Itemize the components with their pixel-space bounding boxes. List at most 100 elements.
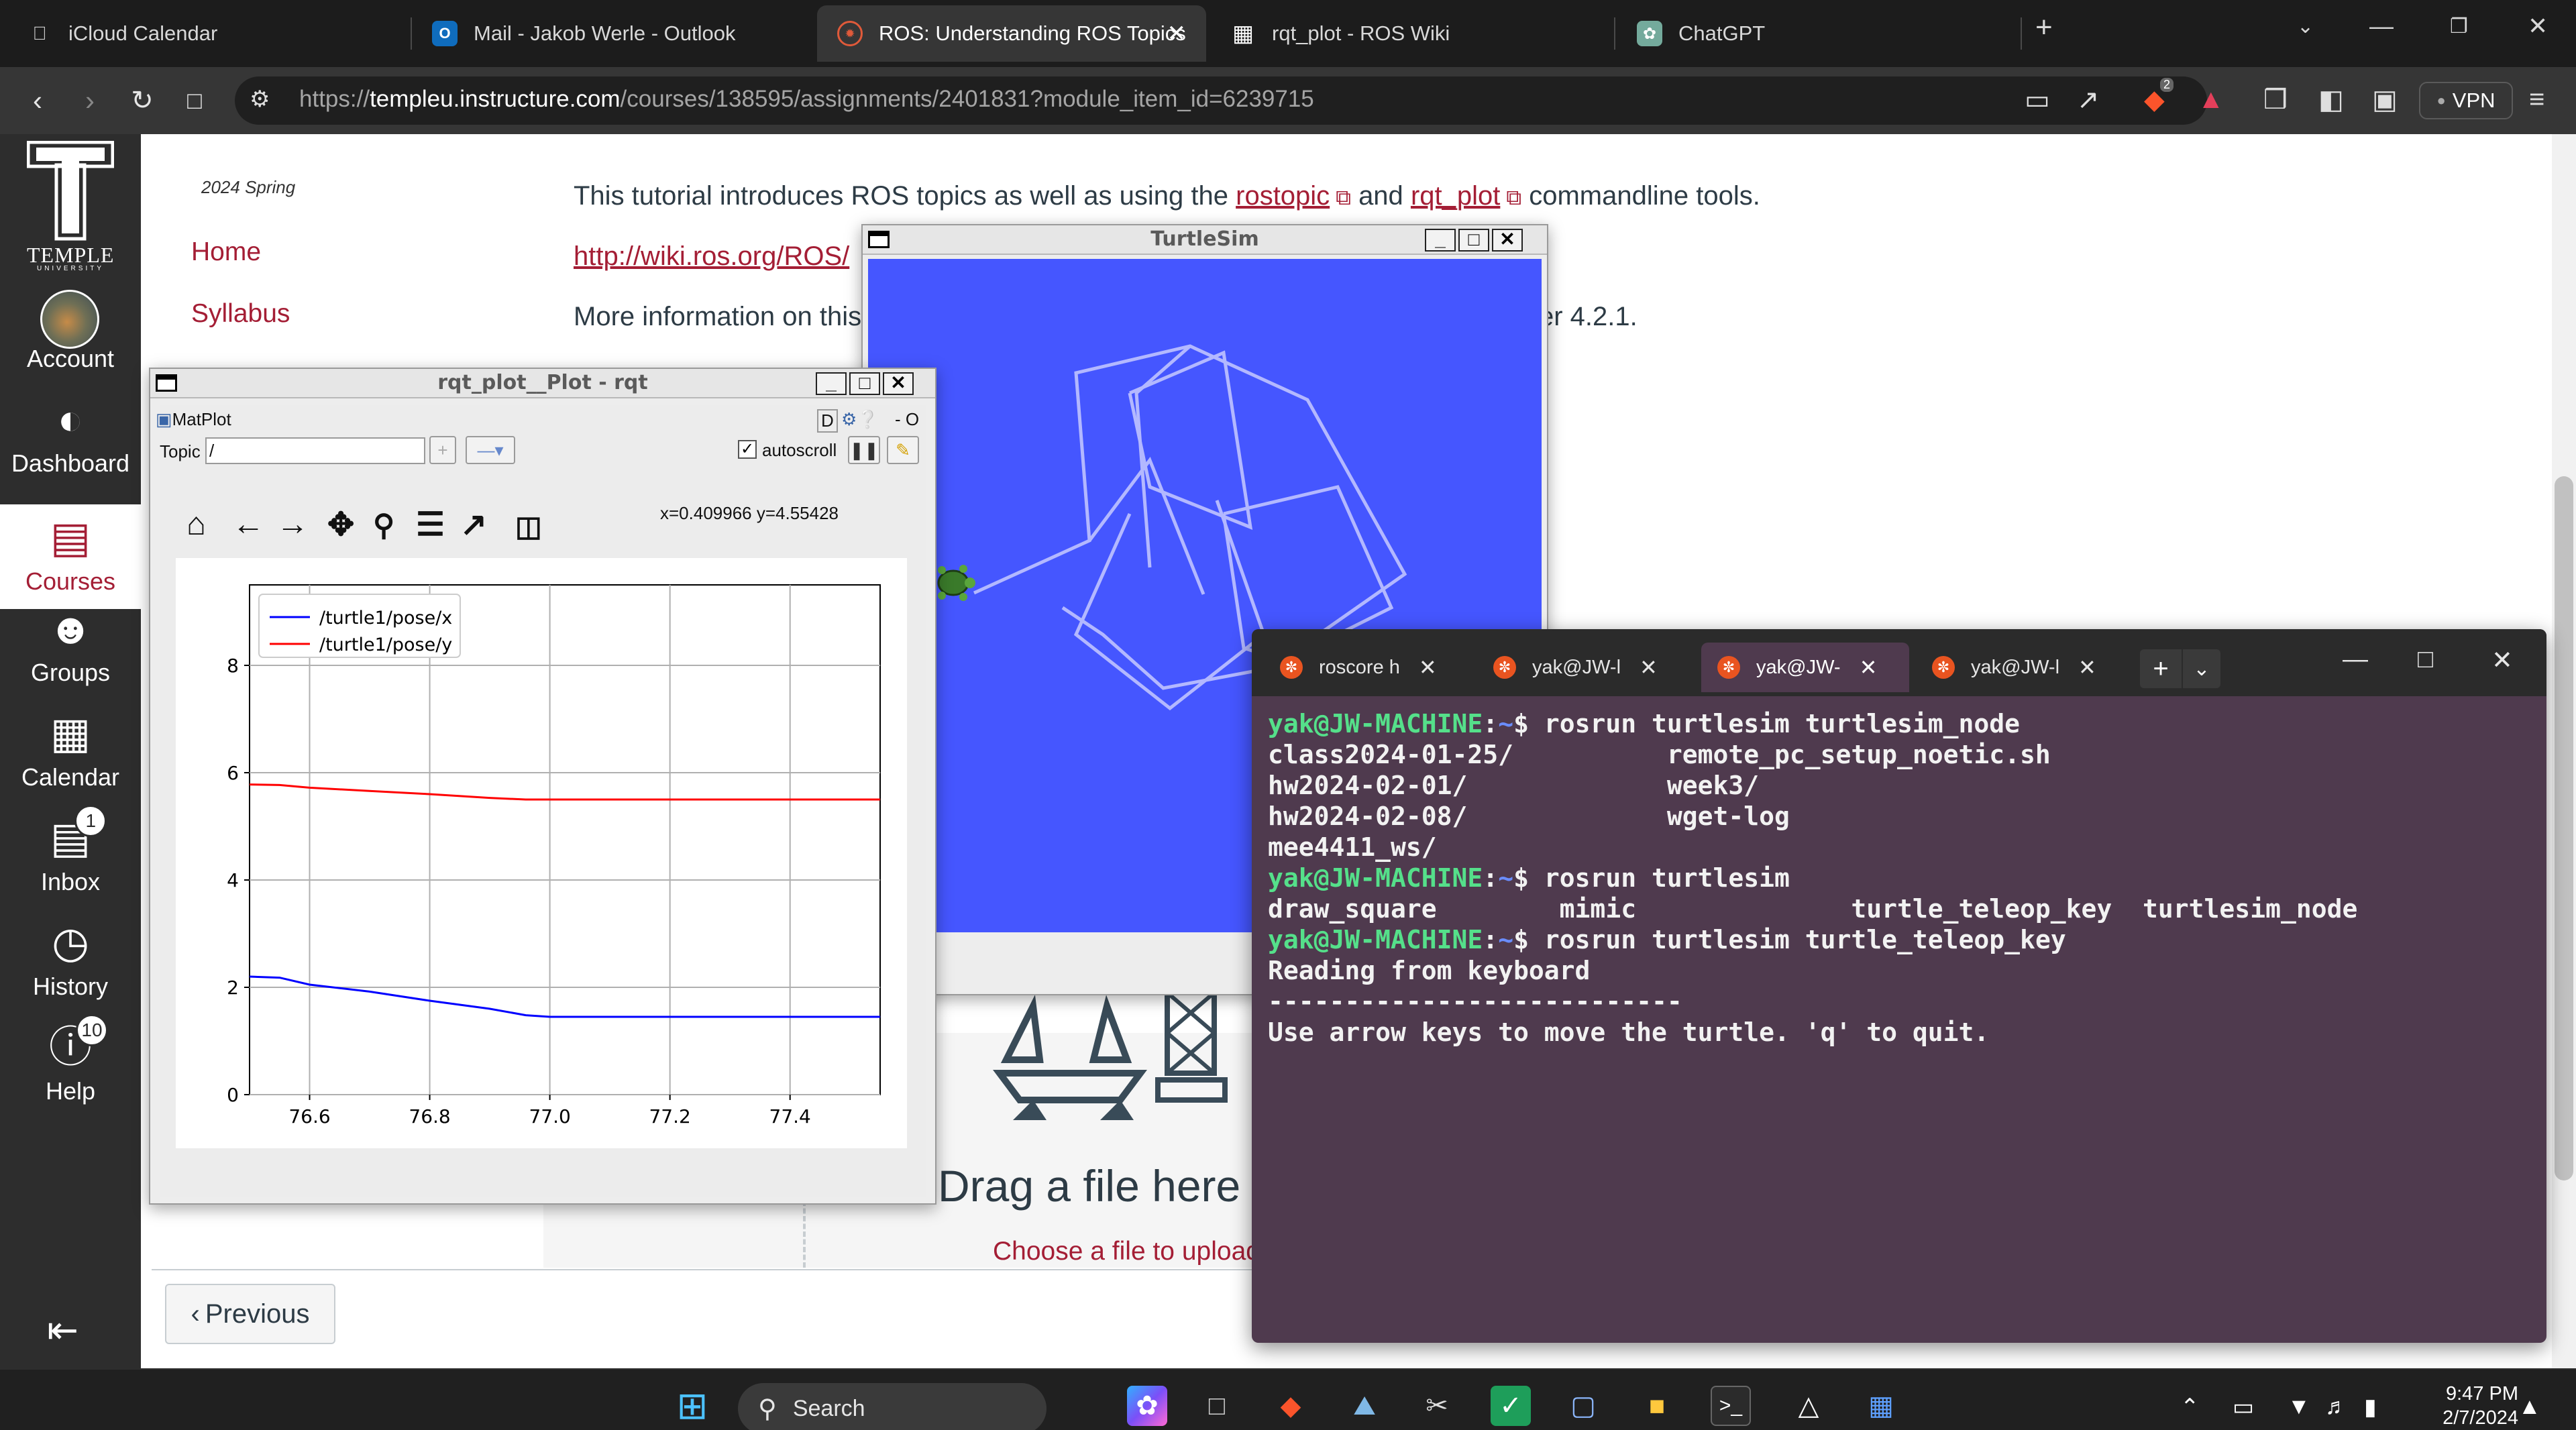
close-icon[interactable]: ✕ (1492, 229, 1523, 252)
close-icon[interactable]: ✕ (883, 372, 914, 395)
maximize-icon[interactable]: □ (849, 372, 880, 395)
pan-icon[interactable]: ✥ (327, 506, 354, 543)
close-tab-icon[interactable]: ✕ (1640, 655, 1658, 680)
taskbar-search[interactable]: ⚲ Search (738, 1383, 1046, 1430)
plugin-dock-button[interactable]: D (817, 409, 838, 433)
close-tab-icon[interactable]: ✕ (1860, 655, 1878, 680)
terminal-tab-3[interactable]: ✼ yak@JW- ✕ (1701, 643, 1909, 692)
browser-tab-icloud-calendar[interactable]:  iCloud Calendar (7, 5, 409, 62)
page-scrollbar-thumb[interactable] (2555, 476, 2573, 1180)
menu-icon[interactable]: ≡ (2529, 85, 2544, 115)
remote-desktop-icon[interactable]: ▢ (1563, 1386, 1603, 1426)
cast-icon[interactable]: ▭ (2025, 85, 2050, 115)
photos-icon[interactable]: ⛰ (1344, 1386, 1385, 1426)
course-nav-home[interactable]: Home (191, 237, 261, 267)
terminal-tab-4[interactable]: ✼ yak@JW-l ✕ (1916, 643, 2121, 692)
clear-button[interactable]: ✎ (887, 436, 919, 464)
minimize-icon[interactable]: _ (1425, 229, 1456, 252)
windows-start-icon[interactable]: ⊞ (672, 1384, 712, 1427)
battery-icon[interactable]: ▮ (2364, 1394, 2377, 1421)
close-icon[interactable]: ✕ (2491, 645, 2513, 675)
plugin-close-controls[interactable]: - O (895, 409, 919, 430)
back-arrow-icon[interactable]: ← (232, 506, 264, 543)
terminal-tab-2[interactable]: ✼ yak@JW-l ✕ (1477, 643, 1682, 692)
ros-wiki-link[interactable]: http://wiki.ros.org/ROS/ (574, 241, 849, 271)
chevron-down-icon[interactable]: ⌄ (2183, 649, 2220, 688)
rostopic-link[interactable]: rostopic (1236, 181, 1330, 211)
forward-icon[interactable]: › (71, 82, 109, 119)
pose-plot[interactable]: 76.6 76.8 77.0 77.2 77.4 0 2 4 6 8 /turtle1/pose/… (176, 558, 907, 1148)
new-tab-icon[interactable]: + (2140, 649, 2182, 688)
tray-overflow-chevron-icon[interactable]: ⌃ (2180, 1394, 2200, 1421)
wallet-icon[interactable]: ▣ (2372, 85, 2398, 115)
configure-subplots-icon[interactable]: ☰ (416, 506, 445, 543)
close-tab-icon[interactable]: ✕ (1419, 655, 1437, 680)
sidebar-item-calendar[interactable]: ▦ Calendar (0, 700, 141, 805)
sidebar-toggle-icon[interactable]: ◧ (2318, 85, 2344, 115)
extensions-icon[interactable]: ❒ (2263, 85, 2288, 115)
browser-tab-ros-topics[interactable]: ✹ ROS: Understanding ROS Topics ✕ (817, 5, 1206, 62)
plugin-help-icon[interactable]: ⚙❔ (841, 409, 879, 430)
reload-icon[interactable]: ↻ (123, 82, 161, 119)
sidebar-item-help[interactable]: ⓘ 10 Help (0, 1014, 141, 1119)
brave-shields-icon[interactable]: ◆ 2 (2144, 78, 2174, 115)
tab-list-chevron-icon[interactable]: ⌄ (2297, 15, 2314, 38)
copilot-icon[interactable]: ✿ (1127, 1386, 1167, 1426)
home-icon[interactable]: ⌂ (186, 506, 206, 543)
file-explorer-icon[interactable]: ■ (1637, 1386, 1677, 1426)
back-icon[interactable]: ‹ (19, 82, 56, 119)
brave-browser-icon[interactable]: ◆ (1271, 1386, 1311, 1426)
sidebar-item-inbox[interactable]: ▤ 1 Inbox (0, 805, 141, 910)
terminal-output[interactable]: yak@JW-MACHINE:~$ rosrun turtlesim turtl… (1268, 708, 2357, 1048)
choose-file-link[interactable]: Choose a file to upload (993, 1237, 1260, 1266)
display-icon[interactable]: ▭ (2233, 1394, 2254, 1421)
minimize-icon[interactable]: — (2369, 12, 2394, 40)
terminal-app-icon[interactable]: >_ (1711, 1386, 1751, 1426)
pause-button[interactable]: ❚❚ (848, 436, 880, 464)
snipping-tool-icon[interactable]: ✂ (1417, 1386, 1457, 1426)
minimize-icon[interactable]: _ (816, 372, 847, 395)
window-menu-icon[interactable] (156, 374, 177, 392)
bookmark-icon[interactable]: □ (176, 82, 213, 119)
restore-icon[interactable]: ❐ (2450, 15, 2468, 38)
taskbar-clock[interactable]: 9:47 PM 2/7/2024 (2420, 1382, 2518, 1430)
forward-arrow-icon[interactable]: → (276, 506, 309, 543)
notifications-bell-icon[interactable]: ▲ (2518, 1394, 2541, 1420)
sidebar-item-groups[interactable]: ☻ Groups (0, 596, 141, 700)
terminal-tab-roscore[interactable]: ✼ roscore h ✕ (1264, 643, 1469, 692)
maximize-icon[interactable]: □ (1458, 229, 1489, 252)
browser-tab-rqt-plot-wiki[interactable]: ▦ rqt_plot - ROS Wiki (1210, 5, 1613, 62)
minimize-icon[interactable]: — (2343, 645, 2368, 674)
url-text[interactable]: https://templeu.instructure.com/courses/… (299, 86, 1314, 113)
close-tab-icon[interactable]: ✕ (1167, 20, 1187, 47)
edit-axis-icon[interactable]: ↗ (460, 506, 487, 543)
close-tab-icon[interactable]: ✕ (2078, 655, 2096, 680)
zoom-icon[interactable]: ⚲ (373, 508, 394, 543)
close-window-icon[interactable]: ✕ (2528, 12, 2548, 40)
browser-tab-chatgpt[interactable]: ✿ ChatGPT (1617, 5, 2019, 62)
brave-rewards-icon[interactable]: ▲ (2198, 85, 2224, 115)
rqt-plot-link[interactable]: rqt_plot (1411, 181, 1500, 211)
previous-button[interactable]: ‹ Previous (165, 1284, 335, 1344)
task-manager-icon[interactable]: ▦ (1861, 1386, 1901, 1426)
linux-penguin-icon[interactable]: △ (1788, 1386, 1829, 1426)
maximize-icon[interactable]: □ (2418, 645, 2433, 674)
course-nav-syllabus[interactable]: Syllabus (191, 299, 290, 329)
task-view-icon[interactable]: □ (1197, 1386, 1237, 1426)
sidebar-item-dashboard[interactable]: ◐ Dashboard (0, 386, 141, 491)
sidebar-item-history[interactable]: ◷ History (0, 910, 141, 1014)
wifi-icon[interactable]: ▼ (2288, 1394, 2310, 1420)
window-menu-icon[interactable] (868, 231, 890, 248)
avatar-icon[interactable] (40, 290, 99, 349)
vpn-button[interactable]: ● VPN (2419, 82, 2513, 119)
new-tab-icon[interactable]: + (2035, 11, 2053, 44)
sidebar-item-courses[interactable]: ▤ Courses (0, 504, 141, 609)
topic-input[interactable]: / (205, 437, 425, 464)
add-topic-button[interactable]: + (429, 436, 456, 464)
save-icon[interactable]: ◫ (515, 510, 542, 543)
site-settings-icon[interactable]: ⚙ (250, 86, 270, 113)
volume-muted-icon[interactable]: ♬ (2325, 1394, 2348, 1420)
browser-tab-outlook[interactable]: O Mail - Jakob Werle - Outlook (412, 5, 814, 62)
autoscroll-checkbox[interactable]: ✓ (738, 440, 757, 459)
spreadsheet-app-icon[interactable]: ✓ (1491, 1386, 1531, 1426)
